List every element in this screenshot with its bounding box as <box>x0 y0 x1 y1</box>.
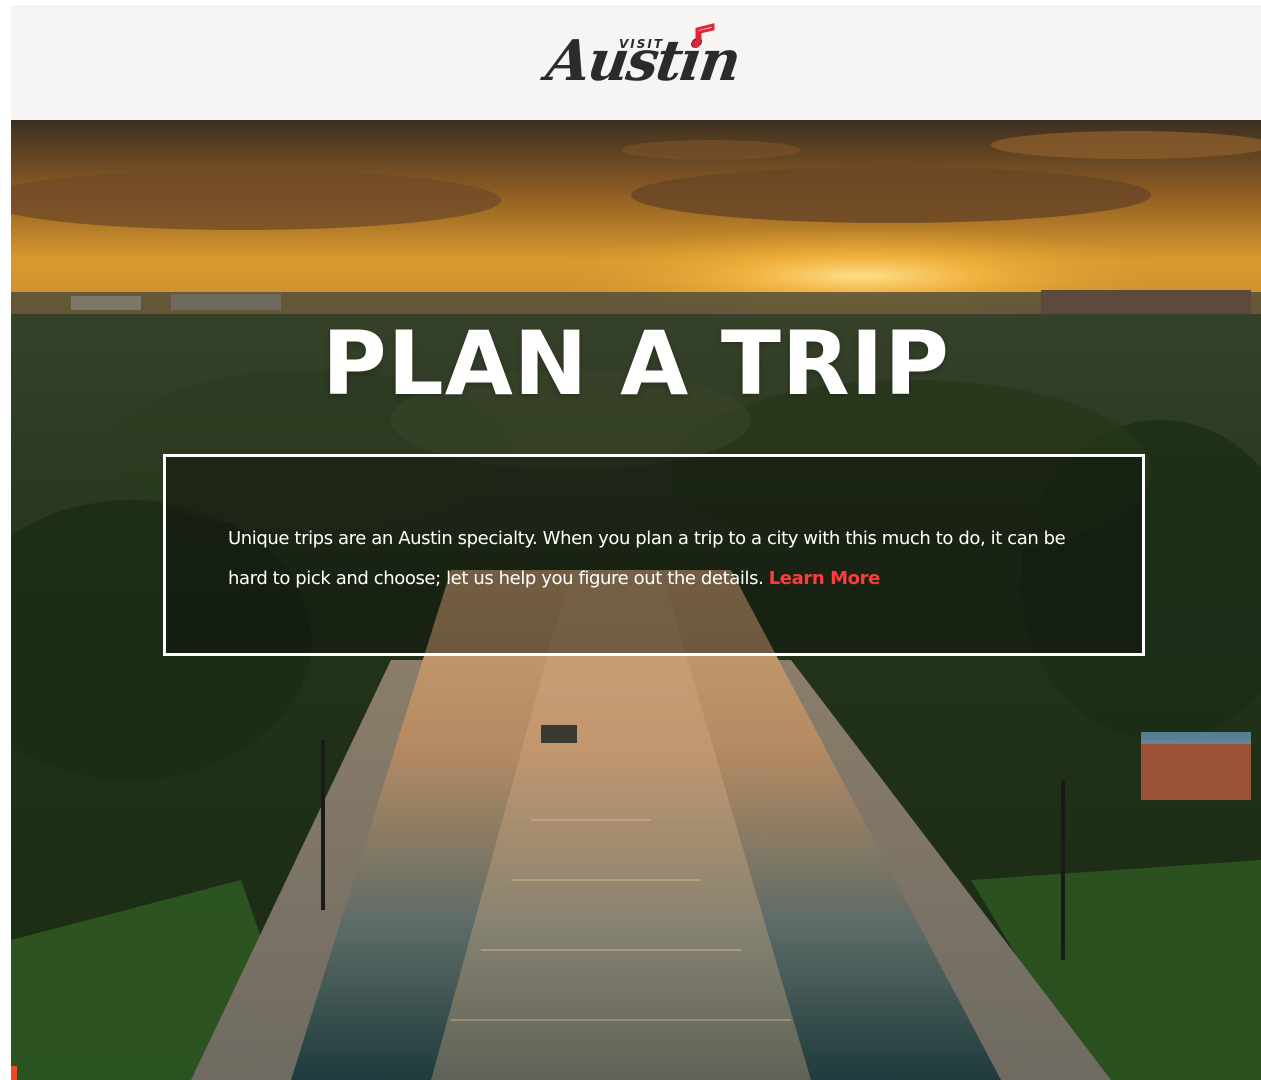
hero-section: PLAN A TRIP Unique trips are an Austin s… <box>11 120 1261 1080</box>
learn-more-link[interactable]: Learn More <box>769 568 881 589</box>
intro-body: Unique trips are an Austin specialty. Wh… <box>228 528 1066 589</box>
edge-marker <box>11 1066 17 1080</box>
intro-callout: Unique trips are an Austin specialty. Wh… <box>163 454 1145 656</box>
page-title: PLAN A TRIP <box>322 312 950 415</box>
site-header: VISIT Austin <box>11 5 1261 120</box>
music-note-icon <box>692 23 715 48</box>
visit-austin-logo[interactable]: VISIT Austin <box>533 15 753 110</box>
intro-text: Unique trips are an Austin specialty. Wh… <box>228 519 1108 599</box>
